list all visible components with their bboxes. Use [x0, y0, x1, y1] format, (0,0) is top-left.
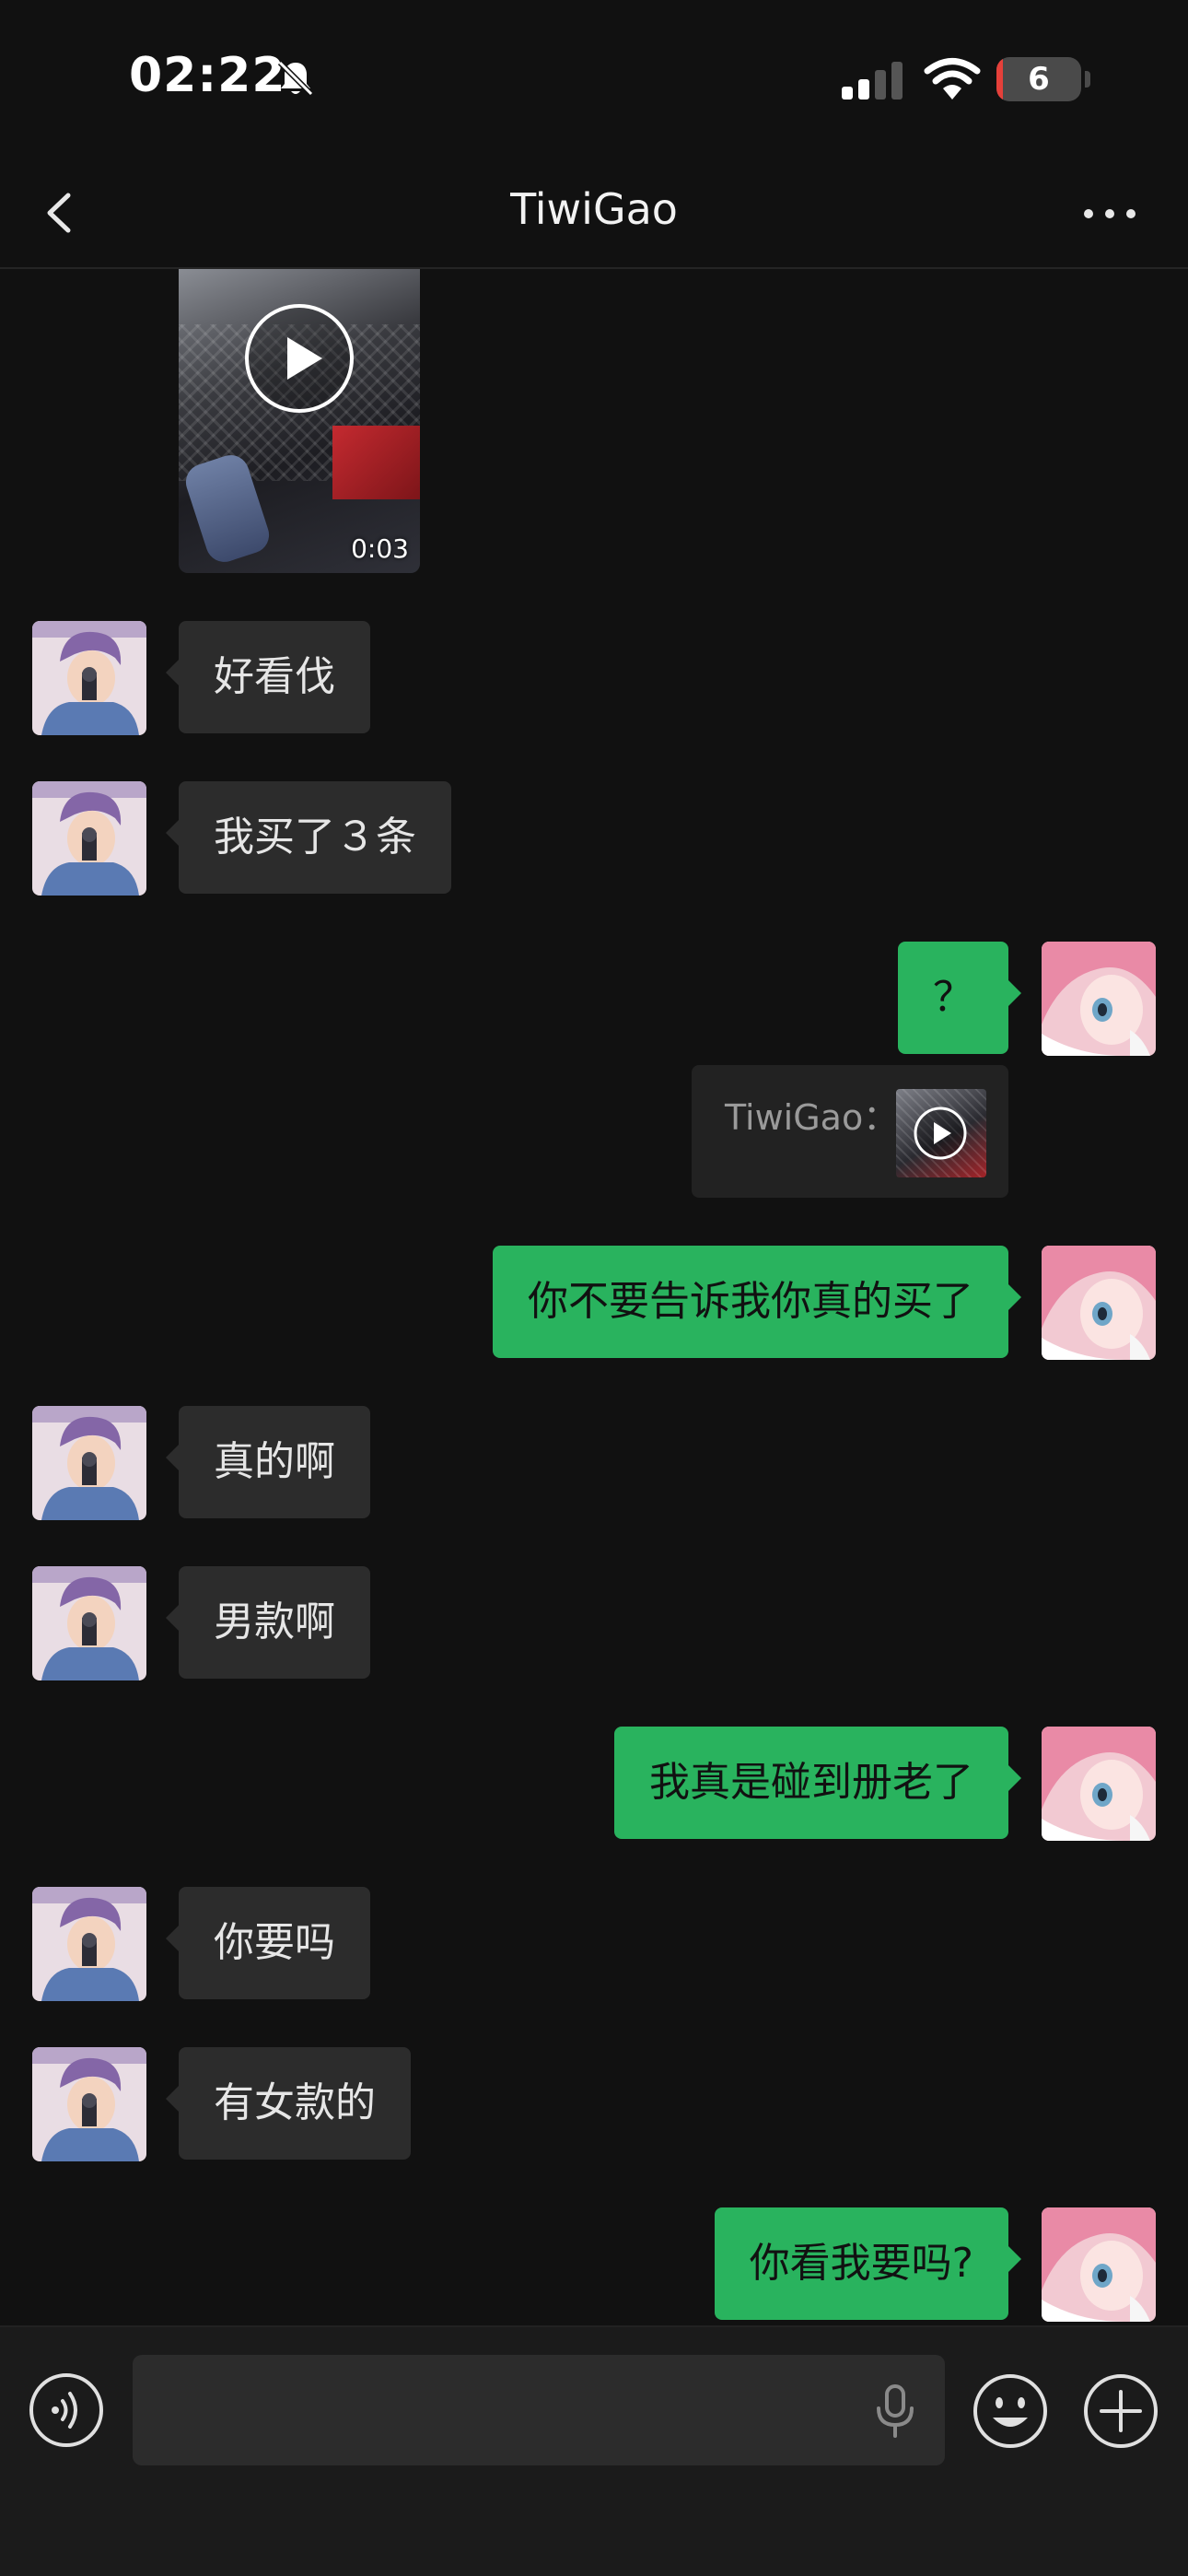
- more-options-button[interactable]: [1077, 193, 1142, 234]
- video-frame-detail: [332, 426, 420, 499]
- my-avatar[interactable]: [1042, 1727, 1156, 1841]
- incoming-message[interactable]: 有女款的: [166, 2047, 411, 2160]
- emoji-icon[interactable]: [971, 2371, 1050, 2451]
- message-input[interactable]: [133, 2355, 945, 2465]
- incoming-message[interactable]: 真的啊: [166, 1406, 370, 1518]
- plus-icon[interactable]: [1081, 2371, 1160, 2451]
- quoted-sender: TiwiGao：: [725, 1097, 899, 1138]
- status-time: 02:22: [129, 48, 286, 103]
- contact-avatar[interactable]: [32, 1887, 146, 2001]
- battery-cap: [1085, 71, 1090, 88]
- incoming-message[interactable]: 我买了３条: [166, 781, 451, 894]
- incoming-message[interactable]: 好看伐: [166, 621, 370, 733]
- play-icon: [914, 1107, 967, 1160]
- chat-title: TiwiGao: [510, 184, 678, 234]
- quoted-video-thumbnail[interactable]: [896, 1089, 986, 1177]
- outgoing-message[interactable]: 你不要告诉我你真的买了: [493, 1246, 1021, 1358]
- my-avatar[interactable]: [1042, 942, 1156, 1056]
- nav-bar: TiwiGao: [0, 157, 1188, 269]
- bell-slash-icon: [277, 60, 314, 97]
- contact-avatar[interactable]: [32, 2047, 146, 2161]
- my-avatar[interactable]: [1042, 1246, 1156, 1360]
- voice-icon[interactable]: [28, 2371, 105, 2449]
- contact-avatar[interactable]: [32, 1406, 146, 1520]
- battery-icon: 6: [996, 57, 1081, 101]
- play-icon[interactable]: [243, 302, 355, 415]
- quoted-message[interactable]: TiwiGao：: [692, 1065, 1008, 1198]
- contact-avatar[interactable]: [32, 781, 146, 896]
- video-duration: 0:03: [351, 533, 409, 564]
- incoming-message[interactable]: 男款啊: [166, 1566, 370, 1679]
- my-avatar[interactable]: [1042, 2207, 1156, 2322]
- contact-avatar[interactable]: [32, 1566, 146, 1680]
- incoming-message[interactable]: 你要吗: [166, 1887, 370, 1999]
- contact-avatar[interactable]: [32, 621, 146, 735]
- cellular-signal-icon: [842, 62, 903, 100]
- outgoing-message[interactable]: 你看我要吗?: [714, 2207, 1022, 2320]
- microphone-icon[interactable]: [871, 2383, 919, 2440]
- outgoing-message[interactable]: 我真是碰到册老了: [614, 1727, 1021, 1839]
- battery-percentage: 6: [1028, 61, 1050, 98]
- video-message[interactable]: 0:03: [179, 269, 420, 573]
- outgoing-message[interactable]: ？: [898, 942, 1021, 1054]
- status-bar: 02:22 6: [0, 0, 1188, 157]
- chat-messages: 0:03 好看伐 我买了３条 ？ TiwiGao： 你不要告诉我你真的买了 真的…: [0, 269, 1188, 2325]
- input-bar: [0, 2325, 1188, 2576]
- wifi-icon: [924, 58, 981, 100]
